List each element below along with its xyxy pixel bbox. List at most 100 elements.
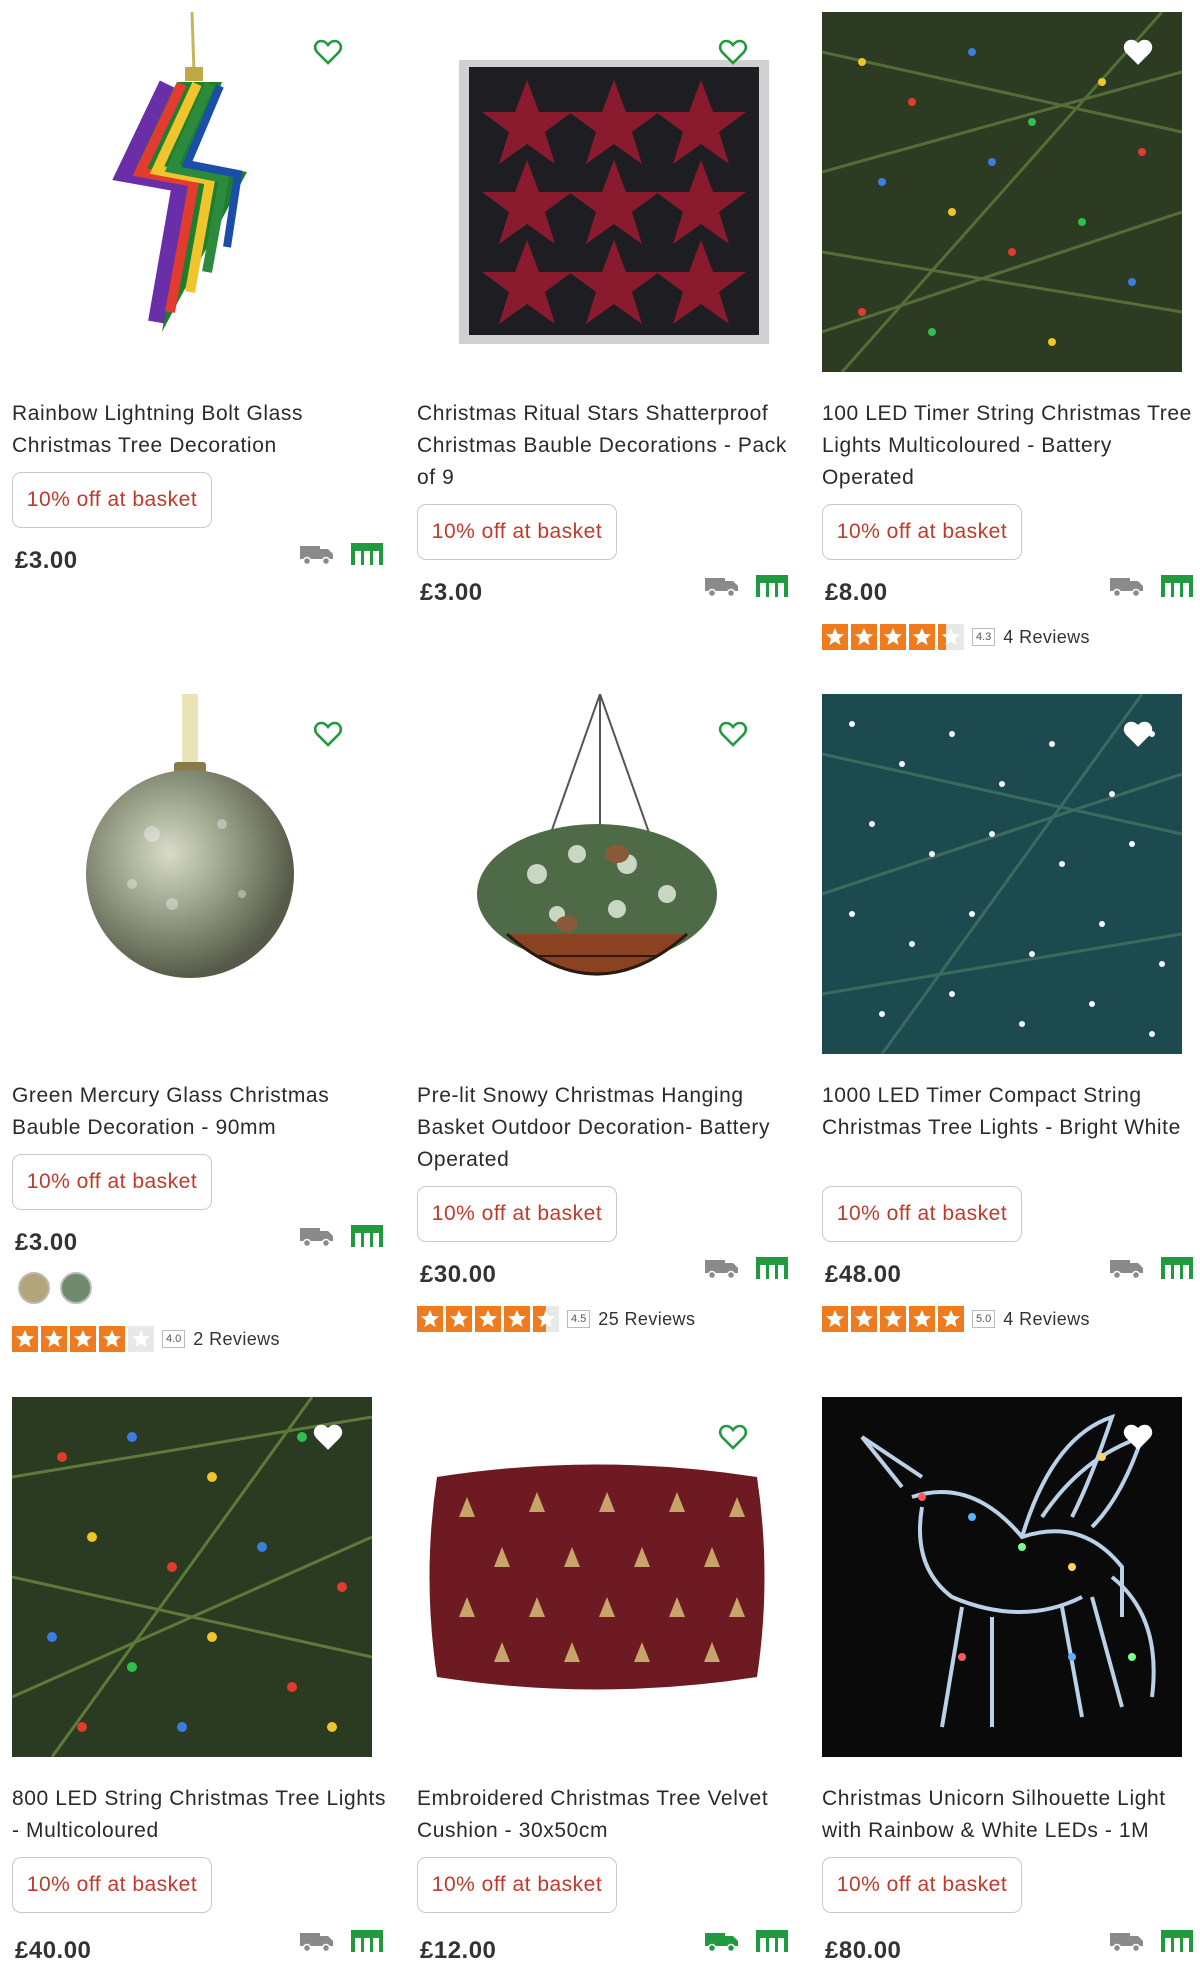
star-icon [12, 1326, 38, 1352]
fulfilment-icons [1110, 1256, 1194, 1285]
fulfilment-icons [300, 1224, 384, 1253]
product-price: £3.00 [15, 547, 78, 574]
store-icon [755, 1256, 789, 1285]
star-icon [475, 1306, 501, 1332]
product-title[interactable]: Green Mercury Glass Christmas Bauble Dec… [12, 1080, 388, 1144]
fulfilment-icons [705, 1256, 789, 1285]
review-count[interactable]: 4 Reviews [1003, 1309, 1090, 1330]
review-count[interactable]: 2 Reviews [193, 1329, 280, 1350]
review-count[interactable]: 25 Reviews [598, 1309, 695, 1330]
rating-score: 4.5 [567, 1310, 591, 1328]
delivery-truck-icon [1110, 575, 1144, 602]
product-card[interactable]: 1000 LED Timer Compact String Christmas … [822, 694, 1200, 1354]
product-title[interactable]: Embroidered Christmas Tree Velvet Cushio… [417, 1783, 793, 1847]
product-card[interactable]: Christmas Ritual Stars Shatterproof Chri… [417, 12, 797, 632]
product-price: £40.00 [15, 1937, 92, 1964]
heart-icon[interactable] [312, 1421, 344, 1453]
promo-badge: 10% off at basket [417, 1857, 617, 1913]
store-icon [350, 542, 384, 571]
product-title[interactable]: Pre-lit Snowy Christmas Hanging Basket O… [417, 1080, 793, 1176]
star-icon [533, 1306, 559, 1332]
store-icon [350, 1929, 384, 1958]
heart-icon[interactable] [717, 36, 749, 68]
star-icon [41, 1326, 67, 1352]
delivery-truck-icon [705, 575, 739, 602]
product-card[interactable]: 800 LED String Christmas Tree Lights - M… [12, 1397, 392, 1970]
product-title[interactable]: 800 LED String Christmas Tree Lights - M… [12, 1783, 388, 1847]
delivery-truck-icon [705, 1257, 739, 1284]
star-rating [12, 1326, 154, 1352]
product-title[interactable]: Christmas Unicorn Silhouette Light with … [822, 1783, 1198, 1847]
heart-icon[interactable] [1122, 718, 1154, 750]
fulfilment-icons [1110, 1929, 1194, 1958]
star-rating [417, 1306, 559, 1332]
delivery-truck-icon [705, 1930, 739, 1957]
product-price: £3.00 [15, 1229, 78, 1256]
heart-icon[interactable] [1122, 1421, 1154, 1453]
promo-badge: 10% off at basket [822, 504, 1022, 560]
rating-score: 4.0 [162, 1330, 186, 1348]
heart-icon[interactable] [312, 718, 344, 750]
product-card[interactable]: 100 LED Timer String Christmas Tree Ligh… [822, 12, 1200, 652]
rating-summary[interactable]: 5.0 4 Reviews [822, 1306, 1090, 1332]
delivery-truck-icon [300, 1225, 334, 1252]
star-icon [70, 1326, 96, 1352]
colour-swatch-gold[interactable] [18, 1272, 50, 1304]
promo-badge: 10% off at basket [417, 504, 617, 560]
product-card[interactable]: Christmas Unicorn Silhouette Light with … [822, 1397, 1200, 1970]
product-price: £80.00 [825, 1937, 902, 1964]
product-title[interactable]: Christmas Ritual Stars Shatterproof Chri… [417, 398, 793, 494]
promo-badge: 10% off at basket [12, 1154, 212, 1210]
star-icon [504, 1306, 530, 1332]
product-title[interactable]: Rainbow Lightning Bolt Glass Christmas T… [12, 398, 388, 462]
star-icon [880, 1306, 906, 1332]
rating-summary[interactable]: 4.3 4 Reviews [822, 624, 1090, 650]
fulfilment-icons [1110, 574, 1194, 603]
promo-badge: 10% off at basket [822, 1857, 1022, 1913]
product-title[interactable]: 100 LED Timer String Christmas Tree Ligh… [822, 398, 1198, 494]
product-price: £30.00 [420, 1261, 497, 1288]
star-icon [446, 1306, 472, 1332]
fulfilment-icons [300, 1929, 384, 1958]
heart-icon[interactable] [1122, 36, 1154, 68]
promo-badge: 10% off at basket [417, 1186, 617, 1242]
product-card[interactable]: Green Mercury Glass Christmas Bauble Dec… [12, 694, 392, 1354]
product-title[interactable]: 1000 LED Timer Compact String Christmas … [822, 1080, 1198, 1144]
fulfilment-icons [705, 574, 789, 603]
star-icon [909, 624, 935, 650]
product-price: £48.00 [825, 1261, 902, 1288]
product-price: £8.00 [825, 579, 888, 606]
heart-icon[interactable] [717, 718, 749, 750]
product-card[interactable]: Rainbow Lightning Bolt Glass Christmas T… [12, 12, 392, 632]
rating-score: 5.0 [972, 1310, 996, 1328]
star-icon [938, 1306, 964, 1332]
star-icon [99, 1326, 125, 1352]
star-icon [938, 624, 964, 650]
store-icon [755, 574, 789, 603]
heart-icon[interactable] [312, 36, 344, 68]
delivery-truck-icon [300, 543, 334, 570]
fulfilment-icons [300, 542, 384, 571]
delivery-truck-icon [1110, 1930, 1144, 1957]
store-icon [1160, 1929, 1194, 1958]
colour-swatch-green[interactable] [60, 1272, 92, 1304]
promo-badge: 10% off at basket [12, 1857, 212, 1913]
fulfilment-icons [705, 1929, 789, 1958]
store-icon [1160, 1256, 1194, 1285]
store-icon [1160, 574, 1194, 603]
star-icon [822, 1306, 848, 1332]
promo-badge: 10% off at basket [822, 1186, 1022, 1242]
rating-summary[interactable]: 4.0 2 Reviews [12, 1326, 280, 1352]
review-count[interactable]: 4 Reviews [1003, 627, 1090, 648]
star-icon [851, 1306, 877, 1332]
store-icon [350, 1224, 384, 1253]
heart-icon[interactable] [717, 1421, 749, 1453]
star-icon [851, 624, 877, 650]
star-icon [417, 1306, 443, 1332]
store-icon [755, 1929, 789, 1958]
star-icon [909, 1306, 935, 1332]
product-card[interactable]: Pre-lit Snowy Christmas Hanging Basket O… [417, 694, 797, 1354]
product-card[interactable]: Embroidered Christmas Tree Velvet Cushio… [417, 1397, 797, 1970]
star-icon [880, 624, 906, 650]
rating-summary[interactable]: 4.5 25 Reviews [417, 1306, 695, 1332]
